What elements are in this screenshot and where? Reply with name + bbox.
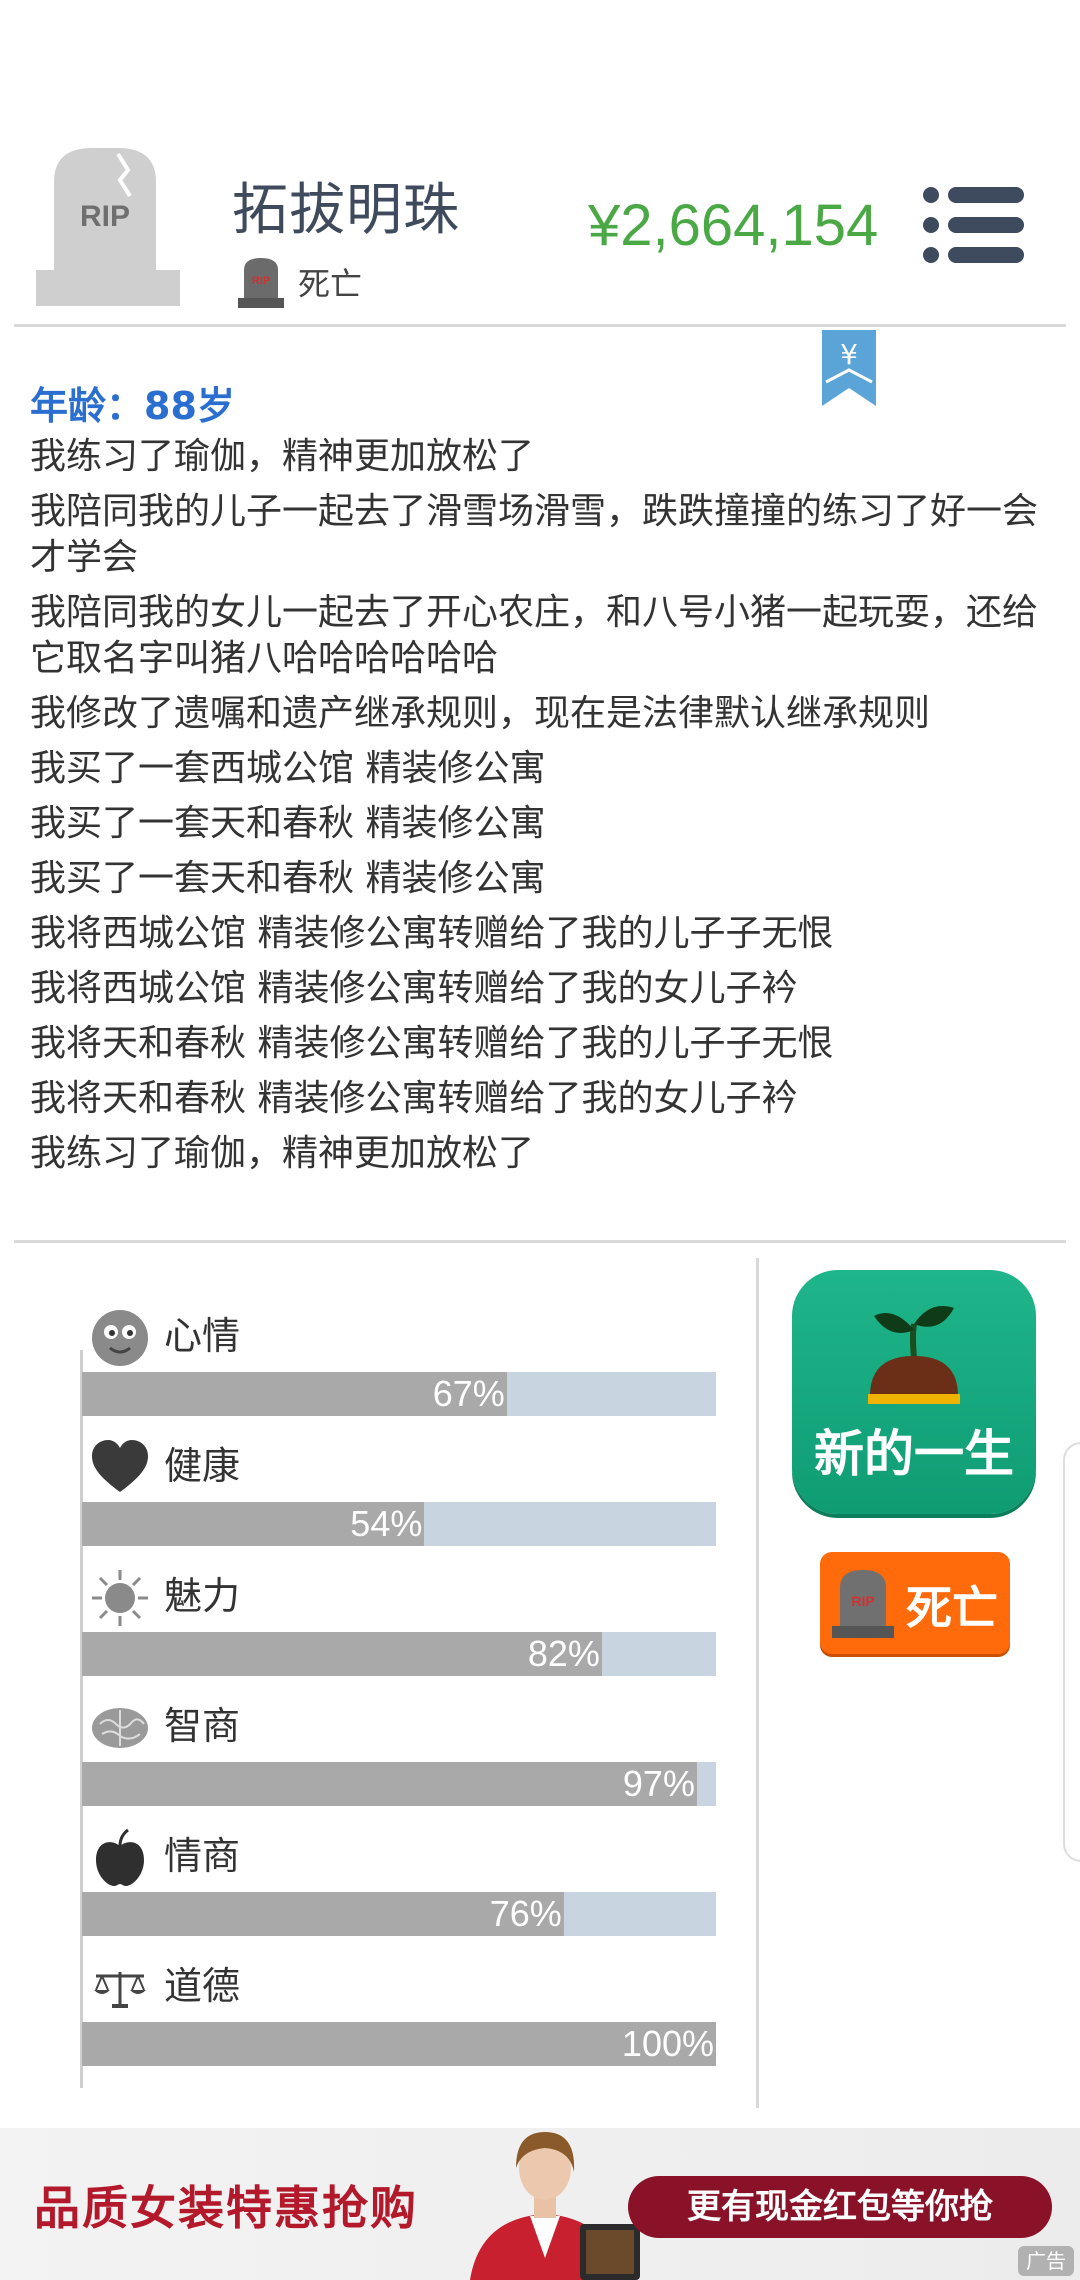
log-entry: 我将西城公馆 精装修公寓转赠给了我的儿子子无恨 [30,913,834,954]
age-label: 年龄：88岁 [30,384,235,428]
stat-value: 97% [622,1763,695,1804]
log-entry: 我练习了瑜伽，精神更加放松了 [30,1133,535,1174]
stat-mood: 心情 67% [82,1306,716,1436]
log-entry: 我陪同我的儿子一起去了滑雪场滑雪，跌跌撞撞的练习了好一会才学会 [30,491,1039,578]
stat-bar: 54% [82,1502,716,1546]
face-icon [92,1310,148,1366]
new-life-button[interactable]: 新的一生 [792,1270,1036,1514]
log-entry: 我陪同我的女儿一起去了开心农庄，和八号小猪一起玩耍，还给它取名字叫猪八哈哈哈哈哈… [30,592,1039,679]
svg-text:RIP: RIP [80,200,130,233]
stat-value: 100% [621,2023,714,2064]
stat-label: 智商 [164,1704,241,1748]
sun-icon [92,1570,148,1626]
stat-bar: 76% [82,1892,716,1936]
svg-text:¥: ¥ [840,338,858,371]
stat-charm: 魅力 82% [82,1566,716,1696]
stat-value: 54% [350,1503,423,1544]
money-balance: ¥2,664,154 [588,193,879,258]
stat-health: 健康 54% [82,1436,716,1566]
stat-bar: 100% [82,2022,716,2066]
log-divider [14,1240,1066,1243]
stat-morality: 道德 100% [82,1956,716,2086]
side-drawer-handle[interactable] [1063,1442,1080,1862]
header-divider [14,324,1066,327]
stat-bar: 67% [82,1372,716,1416]
stat-bar-fill: 54% [82,1502,425,1546]
stat-label: 情商 [164,1834,241,1878]
ad-cta-text: 更有现金红包等你抢 [687,2187,993,2227]
event-log: 年龄：88岁 我练习了瑜伽，精神更加放松了 我陪同我的儿子一起去了滑雪场滑雪，跌… [30,378,1040,1186]
heart-icon [92,1440,148,1492]
apple-icon [96,1828,144,1886]
status-row: RIP 死亡 [238,254,362,310]
scale-icon [94,1972,146,2008]
log-entry: 我买了一套天和春秋 精装修公寓 [30,803,546,844]
log-entry: 我练习了瑜伽，精神更加放松了 [30,436,535,477]
new-life-label: 新的一生 [814,1425,1014,1483]
stat-iq: 智商 97% [82,1696,716,1826]
log-entry: 我将天和春秋 精装修公寓转赠给了我的女儿子衿 [30,1078,798,1119]
ad-label: 广告 [1018,2246,1074,2276]
small-tombstone-icon: RIP [238,258,284,308]
ad-banner[interactable]: 品质女装特惠抢购 更有现金红包等你抢 广告 [0,2128,1080,2280]
sprout-icon [868,1306,960,1404]
brain-icon [92,1708,148,1748]
log-entry: 我将天和春秋 精装修公寓转赠给了我的儿子子无恨 [30,1023,834,1064]
ad-cta-button[interactable]: 更有现金红包等你抢 [628,2176,1052,2238]
die-label: 死亡 [906,1581,998,1635]
tombstone-icon: RIP [832,1570,894,1638]
character-name: 拓拔明珠 [232,178,460,243]
stat-bar-fill: 100% [82,2022,716,2066]
stat-bar-fill: 67% [82,1372,507,1416]
stat-bar-fill: 76% [82,1892,564,1936]
stat-value: 67% [432,1373,505,1414]
stat-value: 76% [489,1893,562,1934]
menu-icon[interactable] [922,186,1024,264]
log-entry: 我修改了遗嘱和遗产继承规则，现在是法律默认继承规则 [30,693,931,734]
ad-model-image [470,2132,640,2280]
panel-separator [756,1258,759,2108]
stat-label: 道德 [164,1964,241,2008]
stat-bar: 97% [82,1762,716,1806]
stat-value: 82% [527,1633,600,1674]
stat-label: 健康 [164,1444,241,1488]
stat-bar: 82% [82,1632,716,1676]
svg-text:RIP: RIP [851,1593,874,1609]
log-entry: 我将西城公馆 精装修公寓转赠给了我的女儿子衿 [30,968,798,1009]
log-entry: 我买了一套天和春秋 精装修公寓 [30,858,546,899]
stat-bar-fill: 82% [82,1632,602,1676]
svg-text:RIP: RIP [252,275,270,287]
tombstone-icon: RIP [36,148,180,306]
stat-bar-fill: 97% [82,1762,697,1806]
life-status: 死亡 [298,265,363,303]
die-button[interactable]: RIP 死亡 [820,1552,1010,1654]
log-entry: 我买了一套西城公馆 精装修公寓 [30,748,546,789]
stat-eq: 情商 76% [82,1826,716,1956]
stat-label: 心情 [164,1314,241,1358]
stat-label: 魅力 [164,1574,241,1618]
ad-headline: 品质女装特惠抢购 [34,2181,418,2235]
